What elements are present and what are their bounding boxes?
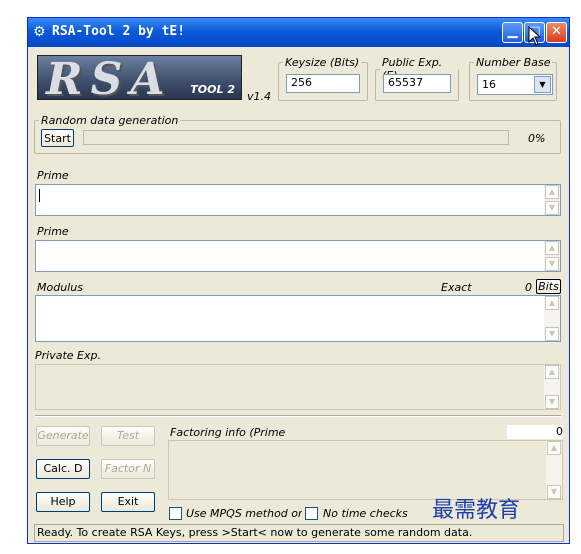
factoring-info-textarea[interactable]: ▲ ▼: [168, 440, 563, 500]
random-progress-bar: [83, 130, 509, 145]
scroll-down-icon[interactable]: ▼: [545, 395, 559, 409]
number-base-legend: Number Base: [476, 56, 551, 69]
generate-button[interactable]: Generate: [36, 426, 90, 446]
scroll-down-icon[interactable]: ▼: [545, 201, 559, 215]
bits-value: 0: [525, 281, 532, 294]
exit-button[interactable]: Exit: [101, 492, 155, 512]
rsa-logo: RSA TOOL 2: [37, 55, 242, 100]
number-base-select[interactable]: 16 ▼: [477, 74, 553, 95]
scroll-down-icon[interactable]: ▼: [547, 485, 561, 499]
minimize-button[interactable]: ▁: [502, 22, 523, 43]
prime2-label: Prime: [37, 225, 69, 238]
random-progress-text: 0%: [528, 132, 546, 145]
prime2-scrollbar[interactable]: ▲ ▼: [544, 241, 560, 271]
section-divider: [35, 415, 561, 417]
random-data-legend: Random data generation: [41, 114, 179, 127]
modulus-scrollbar[interactable]: ▲ ▼: [544, 296, 560, 341]
prime1-textarea[interactable]: ▲ ▼: [35, 184, 561, 216]
test-button[interactable]: Test: [101, 426, 155, 446]
factor-n-button[interactable]: Factor N: [101, 459, 155, 479]
factoring-count: 0: [507, 425, 563, 439]
keysize-legend: Keysize (Bits): [285, 56, 360, 69]
start-button[interactable]: Start: [41, 129, 74, 147]
calc-d-button[interactable]: Calc. D: [36, 459, 90, 479]
version-label: v1.4: [247, 90, 272, 103]
close-icon: ✕: [551, 24, 562, 39]
scroll-up-icon[interactable]: ▲: [545, 296, 559, 310]
prime1-label: Prime: [37, 169, 69, 182]
minimize-icon: ▁: [507, 24, 518, 39]
prime2-textarea[interactable]: ▲ ▼: [35, 240, 561, 272]
scroll-up-icon[interactable]: ▲: [545, 365, 559, 379]
title-bar[interactable]: ⚙ RSA-Tool 2 by tE! ▁ □ ✕: [28, 18, 569, 47]
scroll-up-icon[interactable]: ▲: [545, 185, 559, 199]
keysize-input[interactable]: 256: [286, 74, 360, 93]
mouse-cursor-icon: [528, 26, 542, 46]
logo-subtext: TOOL 2: [190, 83, 235, 96]
modulus-label: Modulus: [37, 281, 83, 294]
chevron-down-icon[interactable]: ▼: [534, 76, 551, 93]
scroll-down-icon[interactable]: ▼: [545, 257, 559, 271]
status-bar: Ready. To create RSA Keys, press >Start<…: [34, 524, 564, 542]
exact-label: Exact: [441, 281, 472, 294]
text-caret: [39, 189, 40, 202]
bits-button[interactable]: Bits: [536, 279, 561, 294]
no-time-checks-label: No time checks: [323, 507, 408, 520]
app-key-icon: ⚙: [33, 24, 46, 40]
logo-text: RSA: [46, 55, 173, 100]
modulus-textarea[interactable]: ▲ ▼: [35, 295, 561, 342]
rsa-tool-window: ⚙ RSA-Tool 2 by tE! ▁ □ ✕ RSA TOOL 2 v1.…: [27, 17, 570, 544]
help-button[interactable]: Help: [36, 492, 90, 512]
watermark-text: 最需教育: [432, 498, 521, 523]
scroll-up-icon[interactable]: ▲: [547, 441, 561, 455]
private-exp-textarea[interactable]: ▲ ▼: [35, 364, 561, 410]
number-base-value: 16: [482, 78, 496, 91]
window-title: RSA-Tool 2 by tE!: [52, 24, 186, 39]
scroll-down-icon[interactable]: ▼: [545, 327, 559, 341]
public-exp-input[interactable]: 65537: [383, 74, 451, 93]
private-exp-scrollbar[interactable]: ▲ ▼: [544, 365, 560, 409]
prime1-scrollbar[interactable]: ▲ ▼: [544, 185, 560, 215]
factoring-scrollbar[interactable]: ▲ ▼: [546, 441, 562, 499]
no-time-checks-checkbox[interactable]: [305, 507, 318, 520]
close-button[interactable]: ✕: [546, 22, 567, 43]
factoring-info-label: Factoring info (Prime: [170, 426, 286, 439]
private-exp-label: Private Exp.: [35, 349, 101, 362]
scroll-up-icon[interactable]: ▲: [545, 241, 559, 255]
mpqs-label: Use MPQS method only: [186, 507, 302, 520]
mpqs-checkbox[interactable]: [169, 507, 182, 520]
